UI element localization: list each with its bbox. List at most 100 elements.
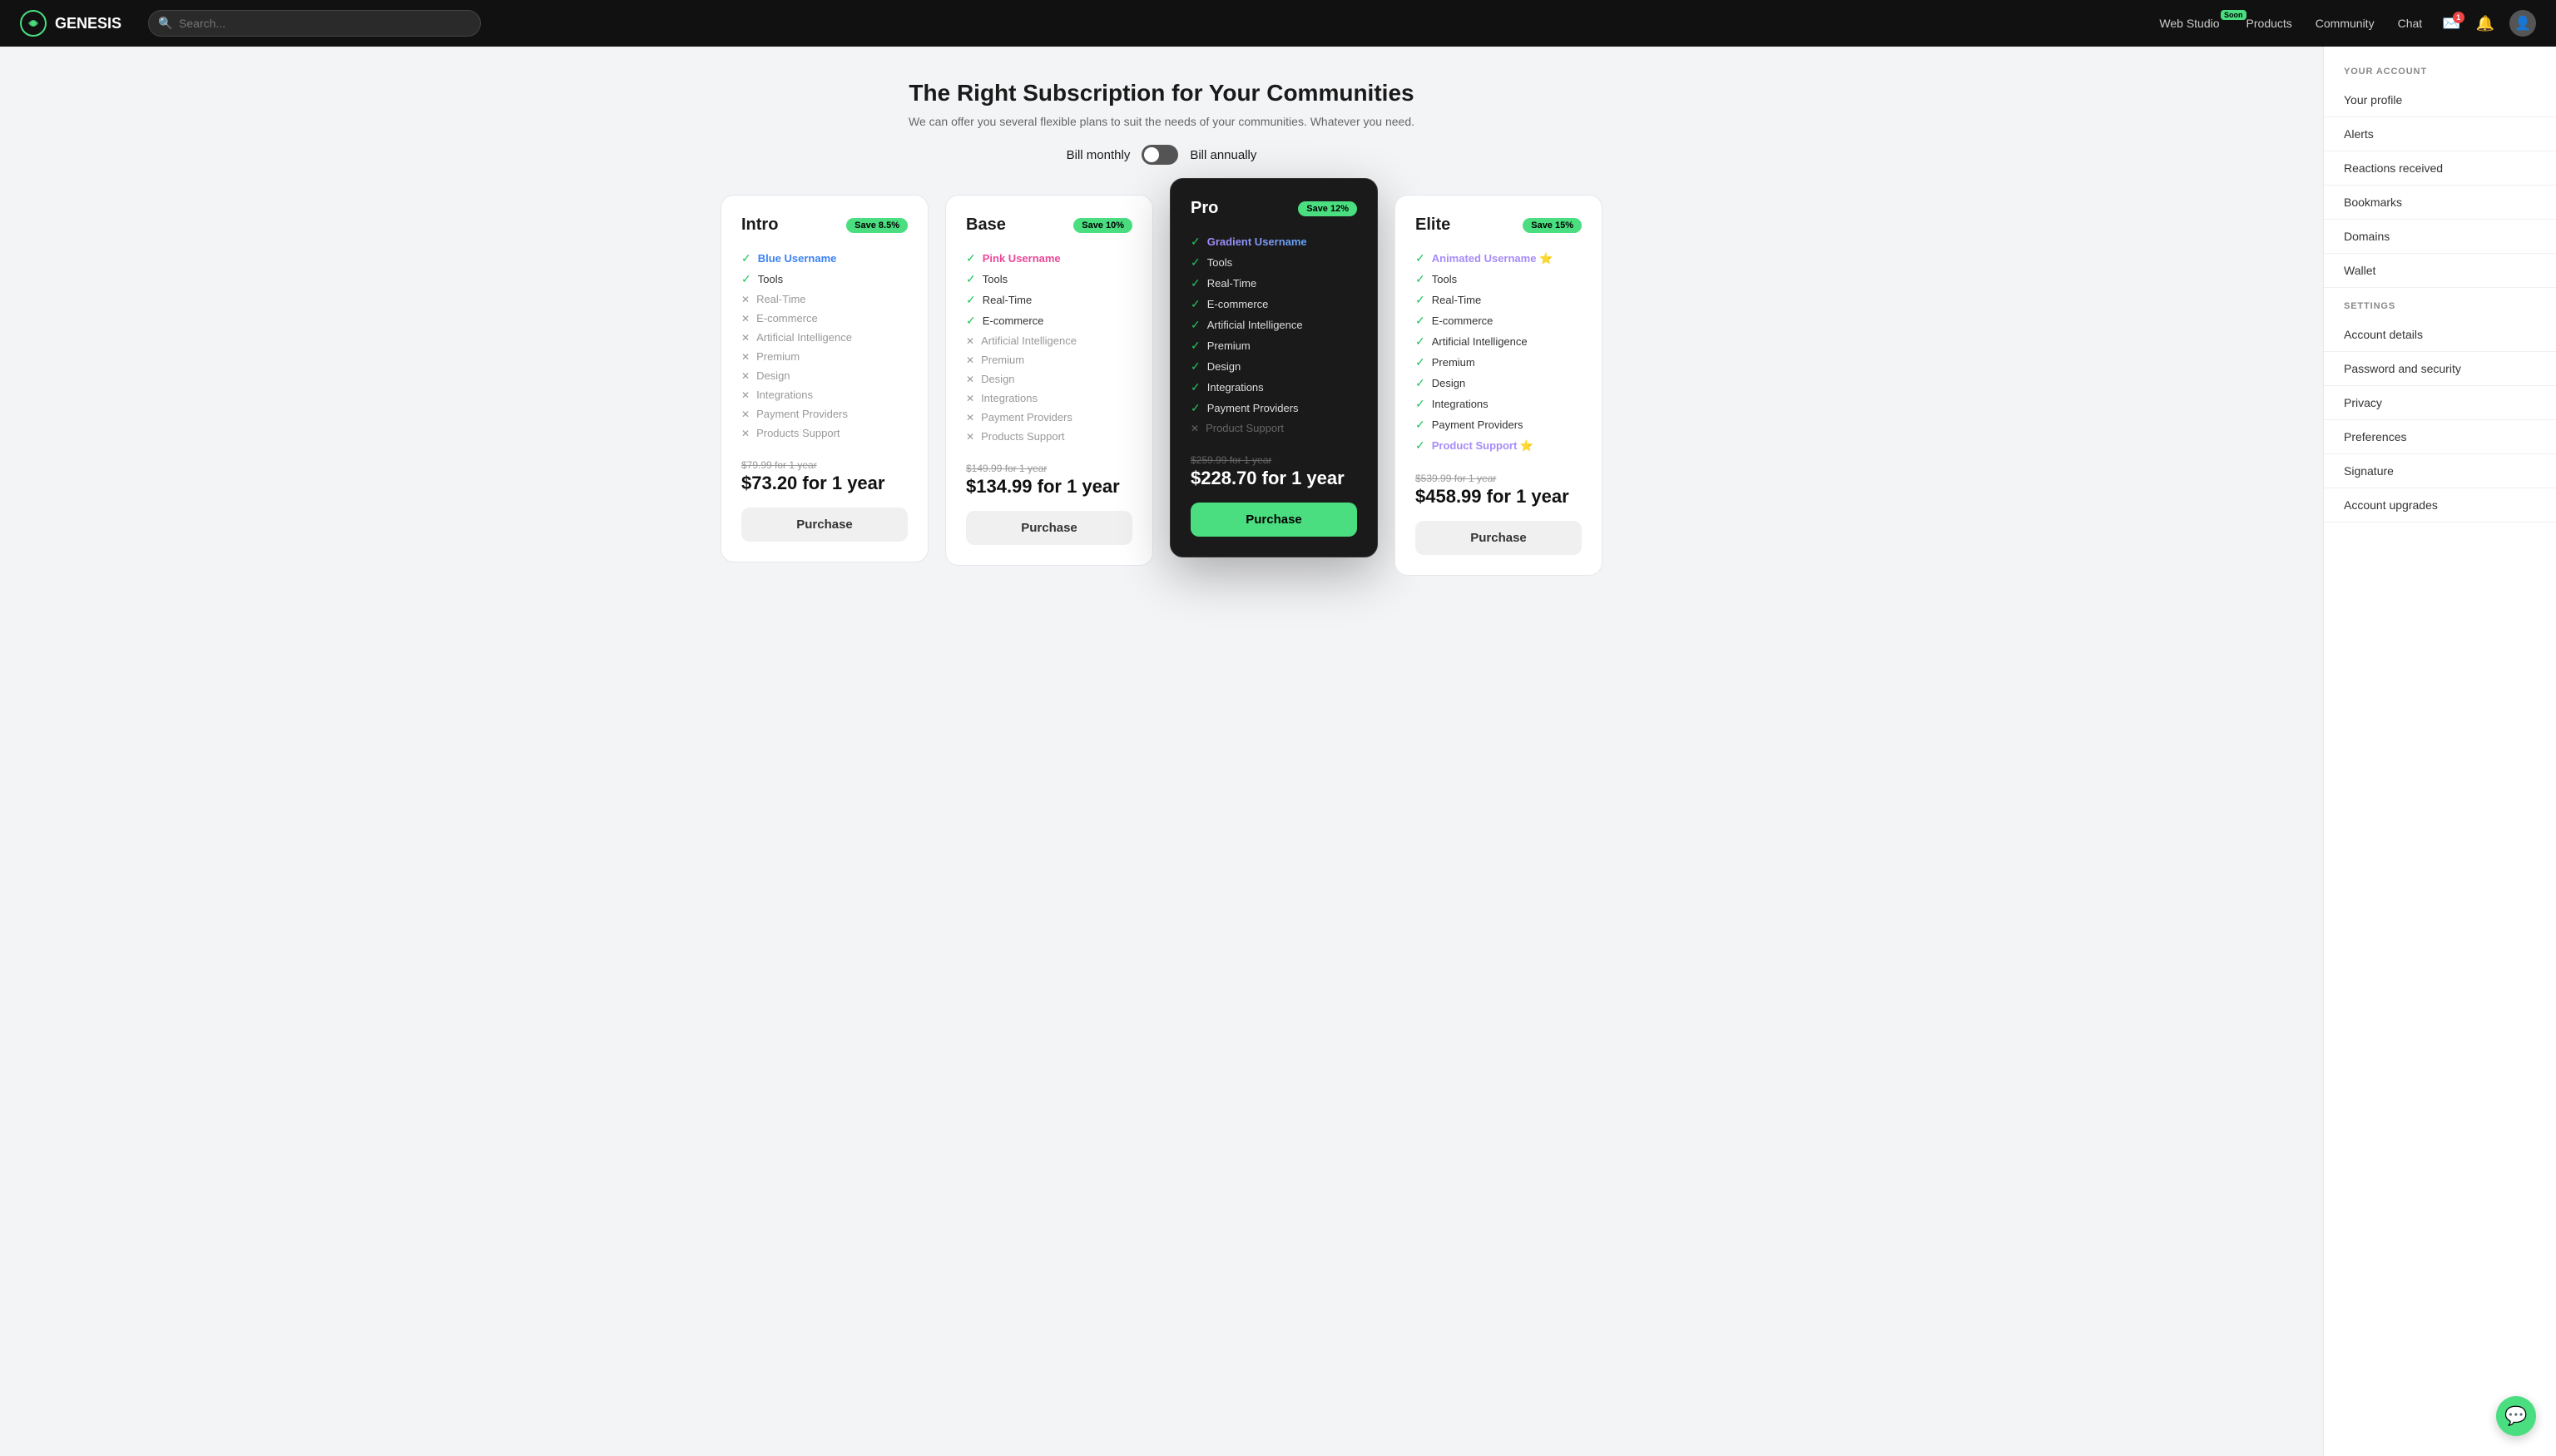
feature-label: Integrations bbox=[1207, 381, 1264, 394]
purchase-button[interactable]: Purchase bbox=[1415, 521, 1582, 555]
feature-label: Premium bbox=[981, 354, 1024, 366]
feature-item: ✓ Integrations bbox=[1415, 394, 1582, 414]
right-sidebar: YOUR ACCOUNT Your profileAlertsReactions… bbox=[2323, 47, 2556, 1456]
chat-icon: 💬 bbox=[2504, 1405, 2527, 1427]
price-section: $149.99 for 1 year$134.99 for 1 year bbox=[966, 463, 1132, 498]
check-icon: ✓ bbox=[1415, 397, 1425, 411]
search-icon: 🔍 bbox=[158, 17, 172, 31]
page-header: The Right Subscription for Your Communit… bbox=[27, 80, 2296, 165]
original-price: $259.99 for 1 year bbox=[1191, 454, 1357, 466]
feature-label: Animated Username ⭐ bbox=[1432, 252, 1553, 265]
check-icon: ✓ bbox=[1191, 318, 1201, 332]
feature-item: ✕ Premium bbox=[966, 350, 1132, 369]
card-header: IntroSave 8.5% bbox=[741, 215, 908, 235]
feature-label: Artificial Intelligence bbox=[1432, 335, 1528, 348]
price-section: $539.99 for 1 year$458.99 for 1 year bbox=[1415, 473, 1582, 508]
sidebar-account-item[interactable]: Bookmarks bbox=[2324, 186, 2556, 220]
card-header: BaseSave 10% bbox=[966, 215, 1132, 235]
feature-label: Integrations bbox=[1432, 398, 1489, 410]
logo[interactable]: GENESIS bbox=[20, 10, 121, 37]
nav-link-chat[interactable]: Chat bbox=[2398, 17, 2423, 30]
check-icon: ✓ bbox=[1191, 359, 1201, 374]
purchase-button[interactable]: Purchase bbox=[966, 511, 1132, 545]
sidebar-account-item[interactable]: Domains bbox=[2324, 220, 2556, 254]
feature-item: ✓Artificial Intelligence bbox=[1191, 314, 1357, 335]
sidebar-account-item[interactable]: Your profile bbox=[2324, 83, 2556, 117]
feature-item: ✕E-commerce bbox=[741, 309, 908, 328]
feature-label: Payment Providers bbox=[981, 411, 1072, 423]
page-layout: The Right Subscription for Your Communit… bbox=[0, 47, 2556, 1456]
x-icon: ✕ bbox=[741, 351, 750, 363]
check-icon: ✓ bbox=[1191, 276, 1201, 290]
notifications-button[interactable]: 🔔 bbox=[2476, 15, 2494, 32]
check-icon: ✓ bbox=[1191, 297, 1201, 311]
feature-item: ✓Premium bbox=[1415, 352, 1582, 373]
purchase-button[interactable]: Purchase bbox=[741, 508, 908, 542]
plan-name: Pro bbox=[1191, 199, 1218, 218]
x-icon: ✕ bbox=[966, 335, 974, 347]
billing-toggle-switch[interactable] bbox=[1142, 145, 1178, 165]
original-price: $149.99 for 1 year bbox=[966, 463, 1132, 474]
check-icon: ✓ bbox=[1415, 355, 1425, 369]
feature-label: Artificial Intelligence bbox=[756, 331, 852, 344]
sidebar-settings-item[interactable]: Account details bbox=[2324, 318, 2556, 352]
feature-label: Design bbox=[981, 373, 1014, 385]
feature-item: ✕Product Support bbox=[1191, 418, 1357, 438]
main-content: The Right Subscription for Your Communit… bbox=[0, 47, 2323, 1456]
sidebar-settings-item[interactable]: Account upgrades bbox=[2324, 488, 2556, 522]
check-icon: ✓ bbox=[966, 272, 976, 286]
mail-button[interactable]: ✉️ 1 bbox=[2442, 15, 2460, 32]
feature-item: ✓Tools bbox=[741, 269, 908, 290]
feature-item: ✓Real-Time bbox=[966, 290, 1132, 310]
feature-label: Tools bbox=[1207, 256, 1232, 269]
page-title: The Right Subscription for Your Communit… bbox=[27, 80, 2296, 106]
check-icon: ✓ bbox=[1415, 334, 1425, 349]
sidebar-account-item[interactable]: Wallet bbox=[2324, 254, 2556, 288]
x-icon: ✕ bbox=[966, 374, 974, 385]
feature-list: ✓Blue Username✓Tools✕Real-Time✕E-commerc… bbox=[741, 248, 908, 443]
feature-label: Payment Providers bbox=[756, 408, 848, 420]
x-icon: ✕ bbox=[1191, 423, 1199, 434]
x-icon: ✕ bbox=[741, 370, 750, 382]
feature-item: ✓Gradient Username bbox=[1191, 231, 1357, 252]
current-price: $228.70 for 1 year bbox=[1191, 468, 1357, 489]
feature-item: ✕Integrations bbox=[966, 389, 1132, 408]
check-icon: ✓ bbox=[966, 293, 976, 307]
nav-link-web-studio[interactable]: Web Studio Soon bbox=[2159, 17, 2222, 30]
nav-link-products[interactable]: Products bbox=[2246, 17, 2292, 30]
pricing-card-intro: IntroSave 8.5%✓Blue Username✓Tools✕Real-… bbox=[721, 195, 929, 562]
navbar: GENESIS 🔍 Web Studio Soon Products Commu… bbox=[0, 0, 2556, 47]
feature-list: ✓Animated Username ⭐✓Tools✓Real-Time✓E-c… bbox=[1415, 248, 1582, 456]
purchase-button[interactable]: Purchase bbox=[1191, 503, 1357, 537]
pricing-card-base: BaseSave 10%✓Pink Username✓Tools✓Real-Ti… bbox=[945, 195, 1153, 566]
check-icon: ✓ bbox=[966, 314, 976, 328]
check-icon: ✓ bbox=[1191, 401, 1201, 415]
feature-label: Product Support ⭐ bbox=[1432, 439, 1533, 453]
search-input[interactable] bbox=[148, 10, 481, 37]
feature-item: ✓Pink Username bbox=[966, 248, 1132, 269]
mail-badge: 1 bbox=[2453, 12, 2464, 23]
logo-text: GENESIS bbox=[55, 15, 121, 32]
x-icon: ✕ bbox=[966, 354, 974, 366]
feature-item: ✓Design bbox=[1415, 373, 1582, 394]
feature-label: Design bbox=[1432, 377, 1465, 389]
feature-label: Premium bbox=[1207, 339, 1251, 352]
sidebar-account-item[interactable]: Alerts bbox=[2324, 117, 2556, 151]
sidebar-settings-item[interactable]: Privacy bbox=[2324, 386, 2556, 420]
feature-label: E-commerce bbox=[1207, 298, 1269, 310]
sidebar-settings-item[interactable]: Signature bbox=[2324, 454, 2556, 488]
feature-label: Design bbox=[1207, 360, 1241, 373]
feature-list: ✓Pink Username✓Tools✓Real-Time✓E-commerc… bbox=[966, 248, 1132, 446]
sidebar-settings-item[interactable]: Password and security bbox=[2324, 352, 2556, 386]
sidebar-settings-item[interactable]: Preferences bbox=[2324, 420, 2556, 454]
feature-label: Products Support bbox=[756, 427, 840, 439]
avatar[interactable]: 👤 bbox=[2509, 10, 2536, 37]
x-icon: ✕ bbox=[741, 409, 750, 420]
sidebar-account-item[interactable]: Reactions received bbox=[2324, 151, 2556, 186]
nav-link-community[interactable]: Community bbox=[2316, 17, 2375, 30]
x-icon: ✕ bbox=[741, 332, 750, 344]
check-icon: ✓ bbox=[1415, 293, 1425, 307]
check-icon: ✓ bbox=[1191, 255, 1201, 270]
feature-label: Pink Username bbox=[983, 252, 1061, 265]
chat-bubble[interactable]: 💬 bbox=[2496, 1396, 2536, 1436]
